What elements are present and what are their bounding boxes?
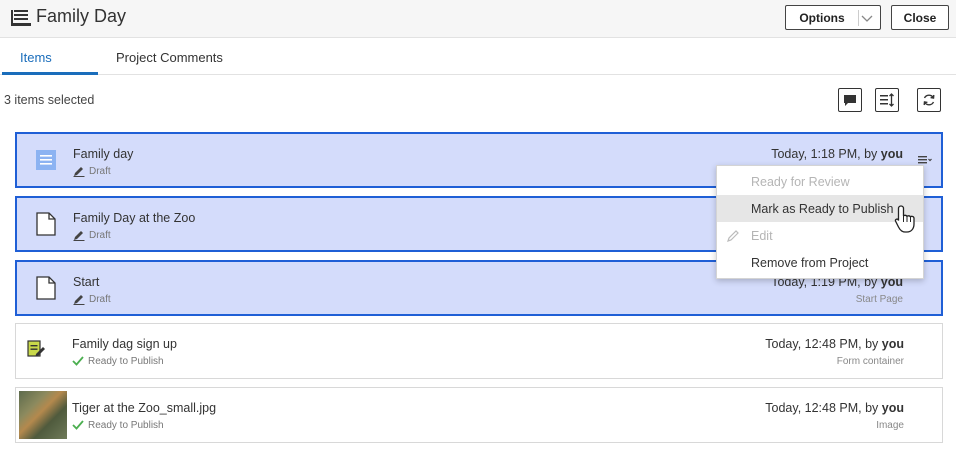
- active-tab-indicator: [2, 72, 98, 75]
- sort-icon: [880, 93, 894, 107]
- item-status-label: Ready to Publish: [88, 355, 164, 367]
- document-icon: [36, 276, 56, 300]
- item-modified: Today, 1:18 PM, by you: [771, 147, 903, 161]
- item-name: Family dag sign up: [72, 337, 177, 351]
- item-status-label: Draft: [89, 229, 111, 241]
- item-status-label: Draft: [89, 293, 111, 305]
- list-item[interactable]: Family dag sign up Ready to Publish Toda…: [15, 323, 943, 379]
- options-button-label: Options: [799, 10, 845, 25]
- refresh-icon: [923, 94, 935, 106]
- tab-project-comments[interactable]: Project Comments: [116, 50, 223, 65]
- chevron-down-icon: [858, 10, 873, 26]
- pencil-icon: [73, 231, 85, 241]
- options-button[interactable]: Options: [785, 5, 881, 30]
- item-status: Draft: [73, 229, 111, 241]
- checkmark-icon: [72, 420, 84, 430]
- menu-item-label: Ready for Review: [751, 174, 850, 189]
- tab-items[interactable]: Items: [20, 50, 52, 65]
- image-thumbnail: [19, 391, 67, 439]
- item-modified-user: you: [881, 401, 904, 415]
- menu-item-ready-for-review[interactable]: Ready for Review: [717, 168, 923, 195]
- item-status: Draft: [73, 165, 111, 177]
- item-modified-time: Today, 12:48 PM, by: [765, 401, 882, 415]
- menu-item-remove-from-project[interactable]: Remove from Project: [717, 249, 923, 276]
- item-status-label: Draft: [89, 165, 111, 177]
- menu-item-label: Remove from Project: [751, 255, 869, 270]
- menu-item-label: Edit: [751, 228, 773, 243]
- item-modified-time: Today, 1:18 PM, by: [771, 147, 881, 161]
- sort-button[interactable]: [875, 88, 899, 112]
- pencil-icon: [73, 167, 85, 177]
- project-icon: [11, 10, 31, 26]
- comment-button[interactable]: [838, 88, 862, 112]
- item-status: Ready to Publish: [72, 355, 164, 367]
- list-item[interactable]: Tiger at the Zoo_small.jpg Ready to Publ…: [15, 387, 943, 443]
- item-name: Tiger at the Zoo_small.jpg: [72, 401, 217, 415]
- item-modified-user: you: [880, 147, 903, 161]
- item-modified: Today, 12:48 PM, by you: [765, 337, 904, 351]
- page-list-icon: [36, 150, 56, 170]
- menu-item-edit[interactable]: Edit: [717, 222, 923, 249]
- list-toolbar: 3 items selected: [0, 76, 956, 122]
- item-context-menu: Ready for Review Mark as Ready to Publis…: [716, 165, 924, 279]
- document-icon: [36, 212, 56, 236]
- item-modified-user: you: [881, 337, 904, 351]
- pencil-icon: [727, 230, 739, 242]
- form-icon: [27, 340, 45, 357]
- refresh-button[interactable]: [917, 88, 941, 112]
- item-modified: Today, 12:48 PM, by you: [765, 401, 904, 415]
- menu-item-mark-ready-to-publish[interactable]: Mark as Ready to Publish: [717, 195, 923, 222]
- item-name: Family day: [73, 147, 134, 161]
- header-bar: Family Day Options Close: [0, 0, 956, 38]
- item-modified-time: Today, 12:48 PM, by: [765, 337, 882, 351]
- item-status: Draft: [73, 293, 111, 305]
- page-title: Family Day: [36, 6, 127, 26]
- item-name: Start: [73, 275, 100, 289]
- item-type: Image: [876, 420, 904, 431]
- pencil-icon: [73, 295, 85, 305]
- tab-bar: Items Project Comments: [0, 38, 956, 75]
- item-name: Family Day at the Zoo: [73, 211, 196, 225]
- item-status-label: Ready to Publish: [88, 419, 164, 431]
- checkmark-icon: [72, 356, 84, 366]
- item-menu-icon[interactable]: [917, 152, 933, 166]
- comment-icon: [844, 95, 856, 106]
- close-button[interactable]: Close: [891, 5, 949, 30]
- item-type: Start Page: [855, 294, 903, 305]
- selection-count: 3 items selected: [4, 93, 95, 107]
- menu-item-label: Mark as Ready to Publish: [751, 201, 894, 216]
- item-type: Form container: [836, 356, 904, 367]
- item-status: Ready to Publish: [72, 419, 164, 431]
